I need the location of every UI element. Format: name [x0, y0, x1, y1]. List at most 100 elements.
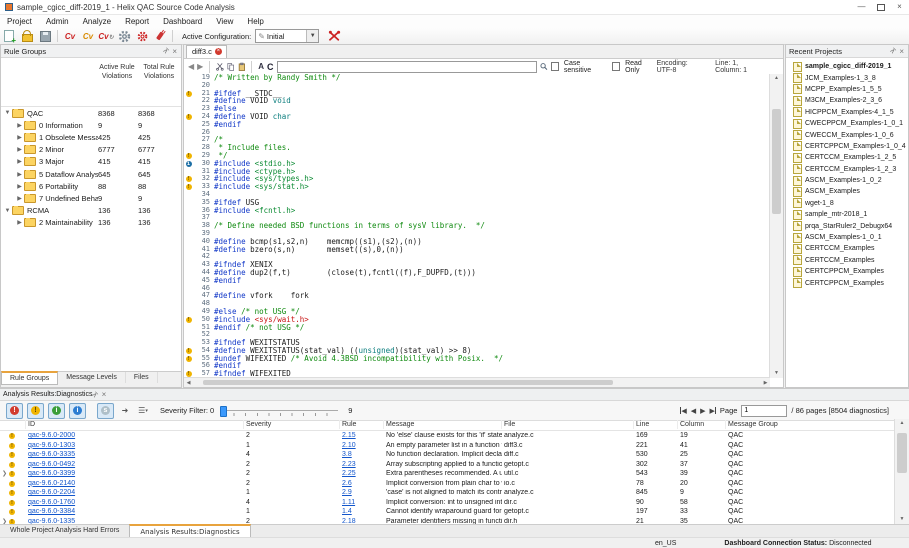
save-project-button[interactable]: [36, 29, 54, 43]
scroll-down-icon[interactable]: ▼: [895, 515, 909, 524]
maximize-button[interactable]: [871, 0, 890, 14]
diagnostic-id-link[interactable]: qac-9.6.0-2204: [26, 489, 244, 496]
column-header-message[interactable]: Message: [384, 420, 502, 429]
reload-icon[interactable]: C: [267, 62, 274, 72]
minimize-button[interactable]: —: [852, 0, 871, 14]
diagnostic-row[interactable]: !qac-9.6.0-176041.11Implicit conversion:…: [0, 498, 895, 508]
diagnostic-row[interactable]: !qac-9.6.0-214022.6Implicit conversion f…: [0, 479, 895, 489]
analyze-file-button[interactable]: Cv: [61, 29, 79, 43]
column-header-line[interactable]: Line: [634, 420, 678, 429]
hscrollbar-thumb[interactable]: [203, 380, 613, 385]
nav-forward-button[interactable]: ▶: [197, 62, 203, 72]
column-header-rule[interactable]: Rule: [340, 420, 384, 429]
recent-project-item[interactable]: sample_cgicc_diff-2019_1: [789, 61, 908, 72]
diagnostic-id-link[interactable]: qac-9.6.0-2000: [26, 432, 244, 439]
view-menu-button[interactable]: ☰▾: [136, 404, 150, 418]
recent-project-item[interactable]: CERTCCM_Examples-1_2_3: [789, 164, 908, 175]
column-header-column[interactable]: Column: [678, 420, 726, 429]
next-diagnostic-button[interactable]: ➜: [118, 404, 132, 418]
rule-group-row[interactable]: ▶2 Maintainability136136: [1, 217, 181, 229]
paste-icon[interactable]: [238, 62, 246, 72]
rule-group-row[interactable]: ▶3 Major415415: [1, 156, 181, 168]
recent-project-item[interactable]: JCM_Examples-1_3_8: [789, 72, 908, 83]
tree-chevron-icon[interactable]: ▶: [15, 134, 24, 141]
prev-page-button[interactable]: ◀: [691, 407, 696, 415]
expand-chevron-icon[interactable]: ❯: [2, 470, 7, 477]
copy-icon[interactable]: [227, 62, 235, 72]
scroll-up-icon[interactable]: ▲: [895, 419, 909, 428]
scroll-down-icon[interactable]: ▼: [770, 369, 783, 378]
recent-project-item[interactable]: CERTCCM_Examples: [789, 255, 908, 266]
sync-settings-button[interactable]: [133, 29, 151, 43]
scrollbar-thumb[interactable]: [772, 109, 781, 214]
rule-link[interactable]: 3.8: [340, 451, 384, 458]
tree-chevron-icon[interactable]: ▼: [3, 208, 12, 214]
close-panel-icon[interactable]: ×: [172, 47, 177, 56]
recent-project-item[interactable]: CERTCCM_Examples-1_2_5: [789, 152, 908, 163]
code-line[interactable]: 36#include <fcntl.h>: [184, 207, 770, 215]
recent-project-item[interactable]: CERTCPPCM_Examples: [789, 277, 908, 288]
code-line[interactable]: !24#define VOID char: [184, 113, 770, 121]
rule-link[interactable]: 1.11: [340, 499, 384, 506]
rule-group-row[interactable]: ▶1 Obsolete Messages425425: [1, 131, 181, 143]
menu-item-report[interactable]: Report: [118, 15, 156, 28]
warning-marker-icon[interactable]: !: [186, 176, 192, 182]
diagnostic-id-link[interactable]: qac-9.6.0-3384: [26, 508, 244, 515]
recent-project-item[interactable]: M3CM_Examples-2_3_6: [789, 95, 908, 106]
diagnostic-row[interactable]: !qac-9.6.0-130312.10An empty parameter l…: [0, 441, 895, 451]
warning-marker-icon[interactable]: !: [186, 153, 192, 159]
diagnostic-id-link[interactable]: qac-9.6.0-1760: [26, 499, 244, 506]
tab-close-icon[interactable]: ×: [215, 48, 222, 55]
code-line[interactable]: 22#define VOID void: [184, 97, 770, 105]
diagnostic-row[interactable]: !qac-9.6.0-333543.8No function declarati…: [0, 450, 895, 460]
severity-blue-filter-button[interactable]: i: [69, 403, 86, 419]
editor-horizontal-scrollbar[interactable]: ◀ ▶: [184, 377, 770, 387]
rule-link[interactable]: 1.4: [340, 508, 384, 515]
tab-files[interactable]: Files: [126, 372, 158, 383]
recent-project-item[interactable]: CERTCPPCM_Examples-1_0_4: [789, 141, 908, 152]
diagnostic-row[interactable]: !qac-9.6.0-338411.4Cannot identify wrapa…: [0, 507, 895, 517]
recent-project-item[interactable]: ASCM_Examples-1_0_1: [789, 232, 908, 243]
last-page-button[interactable]: ▶: [710, 407, 716, 415]
close-panel-icon[interactable]: ×: [102, 390, 107, 399]
read-only-checkbox[interactable]: [612, 62, 620, 71]
settings-button[interactable]: [115, 29, 133, 43]
code-line[interactable]: 47#define vfork fork: [184, 292, 770, 300]
dashboard-connect-button[interactable]: [151, 29, 169, 43]
warning-marker-icon[interactable]: !: [186, 91, 192, 97]
rule-link[interactable]: 2.10: [340, 442, 384, 449]
warning-marker-icon[interactable]: !: [186, 317, 192, 323]
warning-marker-icon[interactable]: !: [186, 356, 192, 362]
diagnostic-id-link[interactable]: qac-9.6.0-2140: [26, 480, 244, 487]
cut-icon[interactable]: [216, 62, 224, 71]
recent-project-item[interactable]: CERTCCM_Examples: [789, 243, 908, 254]
rule-group-row[interactable]: ▼RCMA136136: [1, 205, 181, 217]
recent-project-item[interactable]: MCPP_Examples-1_5_5: [789, 84, 908, 95]
tree-chevron-icon[interactable]: ▶: [15, 183, 24, 190]
slider-handle[interactable]: [220, 406, 227, 417]
tree-chevron-icon[interactable]: ▶: [15, 146, 24, 153]
tree-chevron-icon[interactable]: ▶: [15, 195, 24, 202]
close-button[interactable]: ×: [890, 0, 909, 14]
page-input[interactable]: [741, 405, 787, 417]
suppressed-filter-button[interactable]: s: [97, 403, 114, 419]
column-header-severity[interactable]: Severity: [244, 420, 340, 429]
tree-chevron-icon[interactable]: ▶: [15, 219, 24, 226]
recent-project-item[interactable]: sample_mtr-2018_1: [789, 209, 908, 220]
severity-yellow-filter-button[interactable]: !: [27, 403, 44, 419]
first-page-button[interactable]: ◀: [680, 407, 686, 415]
code-line[interactable]: 26: [184, 129, 770, 137]
configuration-tools-button[interactable]: [325, 29, 343, 43]
menu-item-view[interactable]: View: [209, 15, 240, 28]
code-line[interactable]: 44#define dup2(f,t) (close(t),fcntl((f),…: [184, 269, 770, 277]
analyze-modified-button[interactable]: Cv: [79, 29, 97, 43]
severity-green-filter-button[interactable]: i: [48, 403, 65, 419]
diagnostic-row[interactable]: ❯!qac-9.6.0-133522.18Parameter identifie…: [0, 517, 895, 525]
recent-project-item[interactable]: ASCM_Examples: [789, 186, 908, 197]
menu-item-dashboard[interactable]: Dashboard: [156, 15, 209, 28]
next-page-button[interactable]: ▶: [700, 407, 705, 415]
menu-item-admin[interactable]: Admin: [39, 15, 76, 28]
diagnostic-id-link[interactable]: qac-9.6.0-0492: [26, 461, 244, 468]
search-icon[interactable]: [540, 62, 548, 71]
rule-group-row[interactable]: ▼QAC83688368: [1, 107, 181, 119]
